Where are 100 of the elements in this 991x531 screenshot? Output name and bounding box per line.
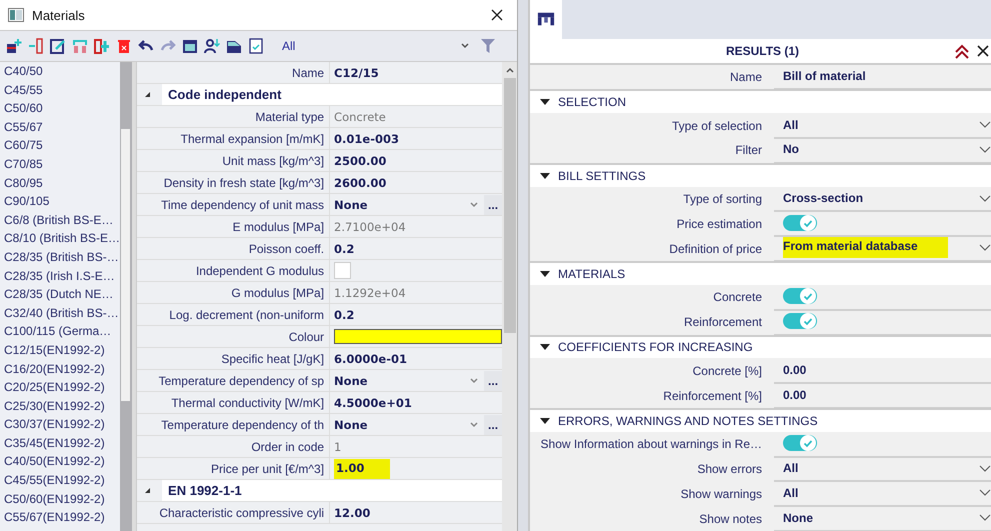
- property-value[interactable]: 12.00: [334, 506, 370, 520]
- double-chevron-up-icon[interactable]: [955, 42, 969, 59]
- scrollbar-thumb[interactable]: [121, 129, 130, 401]
- material-list-item[interactable]: C90/105: [0, 192, 120, 211]
- collapse-triangle-icon[interactable]: [540, 270, 550, 277]
- material-list-item[interactable]: C30/37(EN1992-2): [0, 415, 120, 434]
- property-value[interactable]: 2.7100e+04: [334, 220, 406, 234]
- colour-swatch[interactable]: [334, 329, 502, 344]
- checkbox[interactable]: [334, 262, 352, 279]
- more-button[interactable]: ...: [484, 414, 502, 434]
- scrollbar[interactable]: [120, 62, 132, 531]
- material-list-item[interactable]: C35/45(EN1992-2): [0, 434, 120, 452]
- property-dropdown[interactable]: Cross-section: [774, 191, 991, 206]
- collapse-triangle-icon[interactable]: [540, 418, 550, 424]
- property-label: Show errors: [696, 462, 763, 476]
- material-list-item[interactable]: C80/95: [0, 174, 120, 192]
- folder-icon[interactable]: [226, 38, 242, 54]
- material-list-item[interactable]: C6/8 (British BS-E…: [0, 210, 120, 230]
- property-value[interactable]: C12/15: [334, 66, 379, 80]
- property-value[interactable]: 1: [334, 440, 342, 454]
- property-value[interactable]: 0.01e-003: [334, 132, 399, 146]
- add-icon[interactable]: [6, 38, 22, 54]
- more-button[interactable]: ...: [484, 370, 502, 390]
- collapse-triangle-icon[interactable]: [145, 92, 150, 97]
- material-list-item[interactable]: C25/30(EN1992-2): [0, 396, 120, 416]
- property-dropdown[interactable]: No: [774, 142, 991, 156]
- filter-dropdown[interactable]: All: [282, 39, 469, 53]
- property-value[interactable]: 6.0000e-01: [334, 352, 407, 366]
- material-list-item[interactable]: C40/50(EN1992-2): [0, 452, 120, 472]
- material-list-item[interactable]: C28/35 (British BS-…: [0, 248, 120, 267]
- property-label: Reinforcement [%]: [662, 388, 763, 403]
- structure-icon[interactable]: [535, 10, 557, 28]
- material-list-item[interactable]: C55/67(EN1992-2): [0, 508, 120, 527]
- property-value[interactable]: 1.00: [334, 458, 390, 478]
- property-value[interactable]: Bill of material: [774, 68, 866, 83]
- material-list-item[interactable]: C55/67: [0, 118, 120, 136]
- property-dropdown[interactable]: All: [774, 461, 991, 475]
- table-icon[interactable]: [182, 38, 198, 54]
- panel-title: RESULTS (1): [724, 44, 800, 58]
- property-value[interactable]: 1.1292e+04: [334, 286, 406, 300]
- caret-icon: [979, 514, 991, 522]
- property-dropdown[interactable]: All: [774, 486, 991, 500]
- material-list-item[interactable]: C32/40 (British BS-…: [0, 304, 120, 322]
- user-import-icon[interactable]: [204, 38, 220, 54]
- collapse-triangle-icon[interactable]: [540, 344, 550, 350]
- property-value[interactable]: 0.2: [334, 242, 354, 256]
- document-check-icon[interactable]: [248, 38, 264, 54]
- append-icon[interactable]: [94, 38, 110, 54]
- close-icon[interactable]: [491, 9, 503, 21]
- material-list-item[interactable]: C50/60: [0, 99, 120, 118]
- material-list-item[interactable]: C45/55: [0, 80, 120, 100]
- toggle-switch[interactable]: [783, 435, 817, 452]
- material-list-item[interactable]: C8/10 (British BS-E…: [0, 229, 120, 248]
- property-value[interactable]: Concrete: [334, 110, 386, 124]
- collapse-triangle-icon[interactable]: [145, 488, 150, 493]
- material-list-item[interactable]: C60/75: [0, 136, 120, 155]
- property-label: Thermal conductivity [W/mK]: [170, 396, 326, 410]
- material-list-item[interactable]: C50/60(EN1992-2): [0, 490, 120, 508]
- more-button[interactable]: ...: [484, 194, 502, 214]
- material-list-item[interactable]: C70/85: [0, 154, 120, 174]
- material-list-item[interactable]: C45/55(EN1992-2): [0, 471, 120, 490]
- material-list-item[interactable]: C100/115 (Germa…: [0, 322, 120, 341]
- property-label: Show Information about warnings in Re…: [540, 437, 763, 452]
- material-list-item[interactable]: C12/15(EN1992-2): [0, 340, 120, 360]
- property-dropdown[interactable]: None: [774, 510, 991, 525]
- material-list-item[interactable]: C28/35 (Dutch NE…: [0, 285, 120, 304]
- close-icon[interactable]: [977, 44, 989, 57]
- property-value[interactable]: 2500.00: [334, 154, 386, 168]
- property-dropdown[interactable]: None: [334, 418, 484, 432]
- property-dropdown[interactable]: None: [334, 198, 484, 212]
- section-heading: ERRORS, WARNINGS AND NOTES SETTINGS: [558, 414, 818, 428]
- material-list-item[interactable]: C20/25(EN1992-2): [0, 378, 120, 397]
- property-dropdown[interactable]: All: [774, 118, 991, 132]
- collapse-triangle-icon[interactable]: [540, 99, 550, 106]
- property-value[interactable]: 4.5000e+01: [334, 396, 412, 410]
- scrollbar[interactable]: [502, 62, 518, 531]
- property-label: Name: [728, 70, 763, 84]
- caret-icon: [979, 146, 991, 153]
- property-value[interactable]: 0.2: [334, 308, 354, 322]
- delete-icon[interactable]: [116, 38, 132, 54]
- property-label: E modulus [MPa]: [232, 220, 326, 234]
- collapse-triangle-icon[interactable]: [540, 172, 550, 179]
- toggle-switch[interactable]: [783, 214, 817, 231]
- property-value[interactable]: 2600.00: [334, 176, 386, 190]
- property-label: Type of sorting: [682, 192, 763, 206]
- property-value[interactable]: 0.00: [774, 388, 806, 402]
- material-list-item[interactable]: C16/20(EN1992-2): [0, 360, 120, 378]
- toggle-switch[interactable]: [783, 288, 817, 304]
- property-value[interactable]: 0.00: [774, 362, 806, 377]
- property-label: Independent G modulus: [194, 264, 326, 278]
- edit-icon[interactable]: [50, 38, 66, 54]
- property-dropdown[interactable]: None: [334, 374, 484, 388]
- scrollbar-thumb[interactable]: [504, 78, 516, 333]
- toggle-switch[interactable]: [783, 313, 817, 330]
- material-list-item[interactable]: C28/35 (Irish I.S-E…: [0, 266, 120, 286]
- caret-icon: [979, 121, 991, 128]
- material-list-item[interactable]: C40/50: [0, 62, 120, 81]
- scroll-up-icon[interactable]: [506, 67, 514, 73]
- insert-icon[interactable]: [28, 38, 44, 54]
- filter-icon[interactable]: [481, 38, 495, 54]
